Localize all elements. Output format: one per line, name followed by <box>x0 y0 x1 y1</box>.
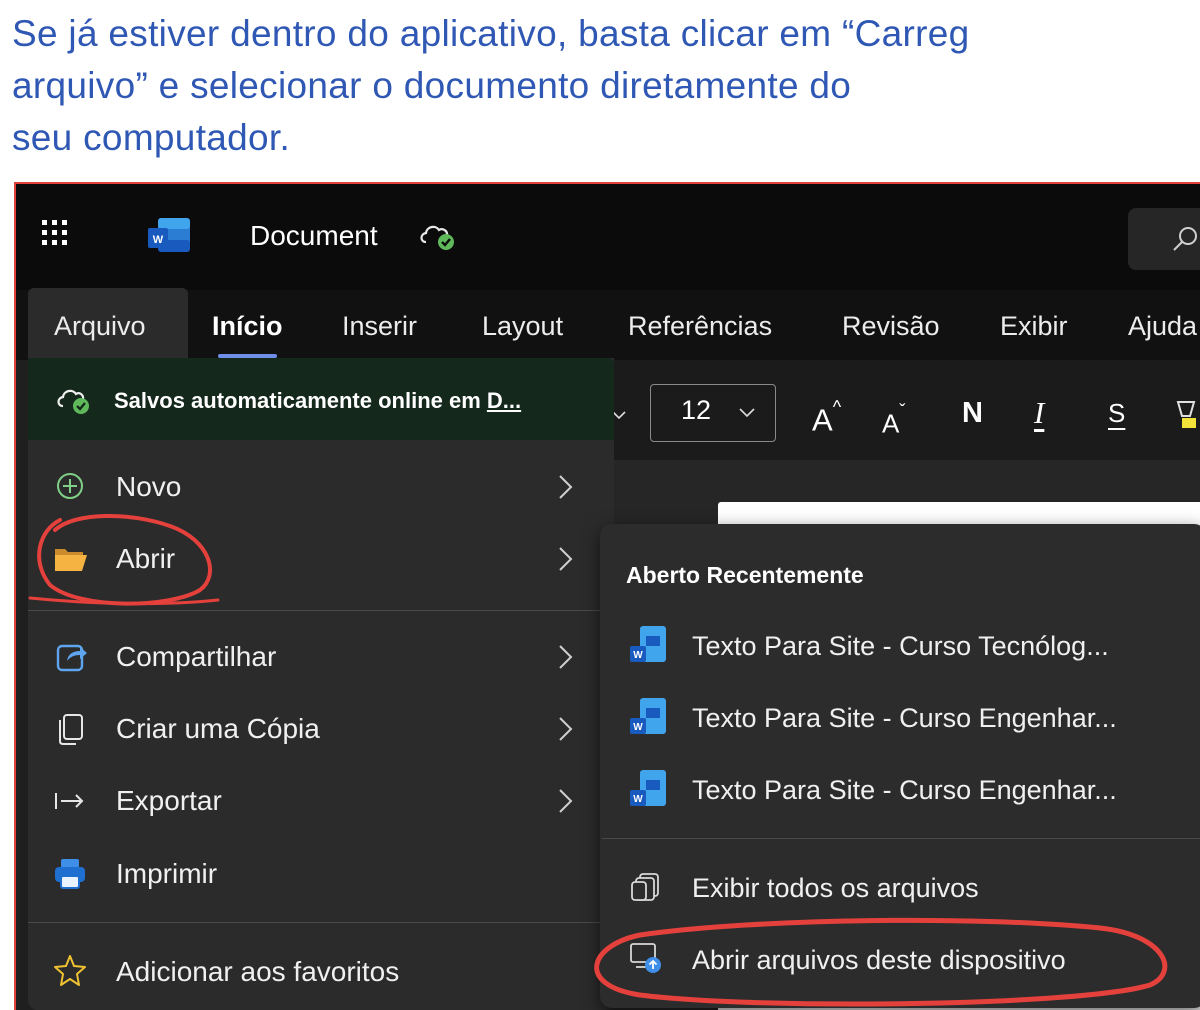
recent-file-item[interactable]: W Texto Para Site - Curso Engenhar... <box>612 756 1192 822</box>
recent-file-label: Texto Para Site - Curso Engenhar... <box>692 775 1117 805</box>
plus-circle-icon <box>57 473 83 499</box>
menu-item-label: Adicionar aos favoritos <box>116 956 400 987</box>
word-file-icon: W <box>630 698 666 734</box>
recent-file-label: Texto Para Site - Curso Engenhar... <box>692 703 1117 733</box>
word-file-icon: W <box>630 626 666 662</box>
document-title[interactable]: Document <box>250 214 378 258</box>
tab-inserir[interactable]: Inserir <box>342 306 417 346</box>
menu-item-favoritos[interactable]: Adicionar aos favoritos <box>28 938 614 1004</box>
chevron-down-icon <box>739 408 755 417</box>
chevron-right-icon <box>559 547 573 571</box>
cloud-saved-icon <box>57 389 89 414</box>
italic-button[interactable]: I <box>1034 384 1044 442</box>
title-bar <box>16 184 1200 290</box>
menu-item-abrir[interactable]: Abrir <box>28 526 614 592</box>
menu-item-label: Abrir <box>116 543 176 574</box>
caption-line-3: seu computador. <box>12 117 291 158</box>
highlighter-icon[interactable] <box>1176 398 1200 432</box>
autosave-location-link[interactable]: D... <box>487 388 521 413</box>
files-stack-icon <box>631 873 659 901</box>
chevron-right-icon <box>559 475 573 499</box>
menu-item-label: Novo <box>116 471 182 502</box>
star-icon <box>54 955 86 986</box>
font-size-value: 12 <box>681 395 712 425</box>
view-all-files-label: Exibir todos os arquivos <box>692 873 979 903</box>
chevron-right-icon <box>559 717 573 741</box>
export-arrow-icon <box>55 793 84 809</box>
tab-revisao[interactable]: Revisão <box>842 306 940 346</box>
menu-item-exportar[interactable]: Exportar <box>28 768 614 834</box>
view-all-files-item[interactable]: Exibir todos os arquivos <box>612 854 1192 920</box>
tab-arquivo[interactable]: Arquivo <box>28 288 188 358</box>
menu-item-criar-copia[interactable]: Criar uma Cópia <box>28 696 614 762</box>
word-icon[interactable]: W <box>146 216 192 254</box>
copy-icon <box>59 714 83 745</box>
tab-referencias[interactable]: Referências <box>628 306 772 346</box>
chevron-right-icon <box>559 645 573 669</box>
menu-divider <box>28 922 614 923</box>
menu-item-label: Exportar <box>116 785 222 816</box>
open-from-device-label: Abrir arquivos deste dispositivo <box>692 945 1066 975</box>
svg-text:W: W <box>153 234 164 246</box>
search-icon[interactable] <box>1170 224 1200 254</box>
folder-open-icon <box>55 549 87 571</box>
tab-inicio[interactable]: Início <box>212 306 283 358</box>
menu-item-novo[interactable]: Novo <box>28 454 614 520</box>
font-size-dropdown[interactable]: 12 <box>650 384 776 442</box>
open-from-device-item[interactable]: Abrir arquivos deste dispositivo <box>612 926 1192 992</box>
caption-line-1: Se já estiver dentro do aplicativo, bast… <box>12 13 970 54</box>
menu-item-label: Criar uma Cópia <box>116 713 320 744</box>
menu-item-compartilhar[interactable]: Compartilhar <box>28 624 614 690</box>
grow-font-button[interactable]: A^ <box>812 384 841 449</box>
share-icon <box>56 644 87 672</box>
shrink-font-button[interactable]: Aˇ <box>882 388 905 453</box>
recent-file-label: Texto Para Site - Curso Tecnólog... <box>692 631 1109 661</box>
menu-divider <box>28 610 614 611</box>
app-launcher-icon[interactable] <box>42 220 72 250</box>
device-upload-icon <box>630 943 661 973</box>
autosave-status: Salvos automaticamente online em D... <box>114 388 522 413</box>
chevron-down-icon[interactable] <box>612 410 626 420</box>
recent-file-item[interactable]: W Texto Para Site - Curso Tecnólog... <box>612 612 1192 678</box>
word-file-icon: W <box>630 770 666 806</box>
svg-text:W: W <box>633 794 643 805</box>
recent-file-item[interactable]: W Texto Para Site - Curso Engenhar... <box>612 684 1192 750</box>
instruction-caption: Se já estiver dentro do aplicativo, bast… <box>12 8 1200 176</box>
tab-exibir[interactable]: Exibir <box>1000 306 1068 346</box>
recent-heading: Aberto Recentemente <box>626 562 864 588</box>
caption-line-2: arquivo” e selecionar o documento direta… <box>12 65 852 106</box>
strikethrough-button[interactable]: S <box>1108 384 1125 442</box>
menu-item-label: Imprimir <box>116 858 218 889</box>
chevron-right-icon <box>559 789 573 813</box>
printer-icon <box>55 859 85 889</box>
tab-layout[interactable]: Layout <box>482 306 563 346</box>
bold-button[interactable]: N <box>962 384 983 442</box>
tab-ajuda[interactable]: Ajuda <box>1128 306 1197 346</box>
menu-item-imprimir[interactable]: Imprimir <box>28 842 614 908</box>
submenu-divider <box>602 838 1200 839</box>
menu-item-label: Compartilhar <box>116 641 277 672</box>
svg-text:W: W <box>633 650 643 661</box>
svg-text:W: W <box>633 722 643 733</box>
cloud-saved-icon[interactable] <box>418 220 458 252</box>
